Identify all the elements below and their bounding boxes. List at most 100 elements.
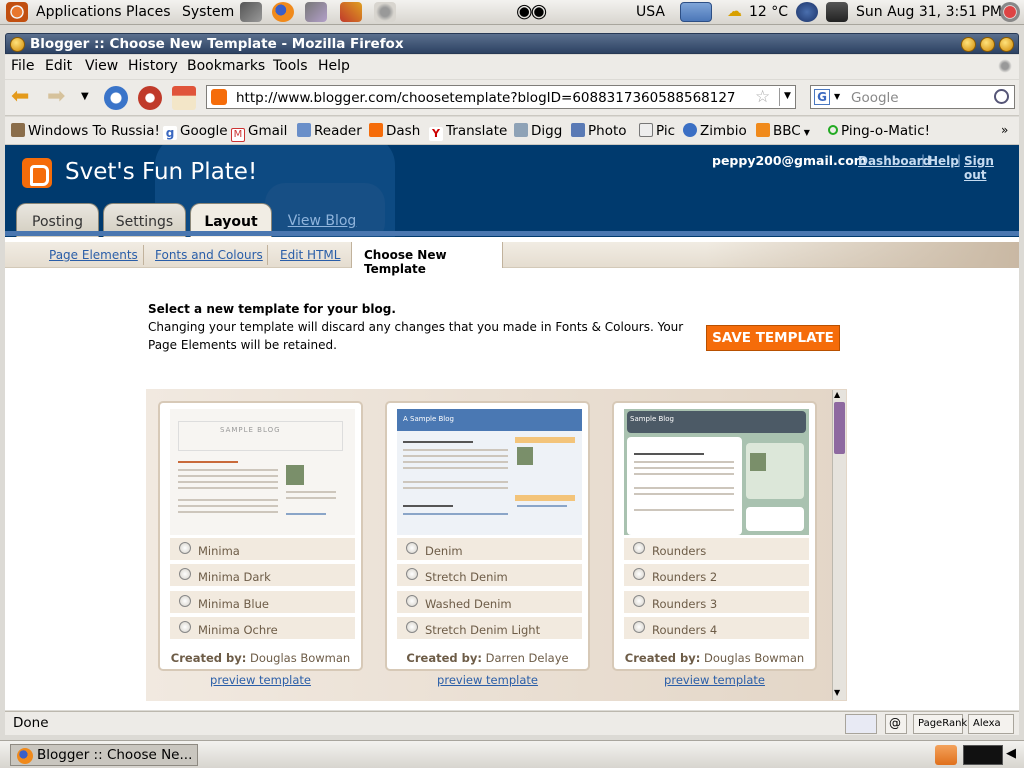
radio-button[interactable] <box>633 542 645 554</box>
subnav-fonts-and-colours[interactable]: Fonts and Colours <box>155 248 263 262</box>
minimize-icon[interactable] <box>961 37 976 52</box>
bookmark-pic[interactable]: Pic <box>639 123 675 139</box>
back-icon[interactable]: ⬅ <box>11 84 35 109</box>
tools-icon[interactable] <box>340 2 362 22</box>
template-option-rounders[interactable]: Rounders <box>624 538 809 562</box>
scroll-up-icon[interactable]: ▲ <box>834 390 840 399</box>
url-bar[interactable]: http://www.blogger.com/choosetemplate?bl… <box>206 85 796 109</box>
radio-button[interactable] <box>406 542 418 554</box>
menu-view[interactable]: View <box>85 58 118 74</box>
locale-flag-icon[interactable] <box>680 2 712 22</box>
close-icon[interactable] <box>999 37 1014 52</box>
bookmark-dash[interactable]: Dash <box>369 123 420 139</box>
bookmark-bbc[interactable]: BBC ▼ <box>756 123 810 139</box>
menu-places[interactable]: Places <box>126 4 171 20</box>
taskbar-firefox-window[interactable]: Blogger :: Choose Ne... <box>10 744 198 766</box>
menu-history[interactable]: History <box>128 58 178 74</box>
template-option-rounders-3[interactable]: Rounders 3 <box>624 591 809 615</box>
scroll-down-icon[interactable]: ▼ <box>834 688 840 697</box>
template-option-minima[interactable]: Minima <box>170 538 355 562</box>
workspace-switcher[interactable] <box>963 745 1003 765</box>
menu-applications[interactable]: Applications <box>36 4 122 20</box>
history-dropdown-icon[interactable]: ▼ <box>81 91 105 115</box>
template-option-washed-denim[interactable]: Washed Denim <box>397 591 582 615</box>
radio-button[interactable] <box>179 595 191 607</box>
bookmark-ping-o-matic[interactable]: Ping-o-Matic! <box>828 123 930 139</box>
bookmark-photo[interactable]: Photo <box>571 123 627 139</box>
template-thumbnail[interactable]: A Sample Blog <box>397 409 582 535</box>
trash-icon[interactable] <box>935 745 957 765</box>
stop-icon[interactable] <box>138 86 162 110</box>
bookmark-google[interactable]: g Google <box>163 123 228 140</box>
template-option-denim[interactable]: Denim <box>397 538 582 562</box>
scrollbar-thumb[interactable] <box>834 402 845 454</box>
home-icon[interactable] <box>172 86 196 110</box>
menu-help[interactable]: Help <box>318 58 350 74</box>
clock[interactable]: Sun Aug 31, 3:51 PM <box>856 4 1002 20</box>
radio-button[interactable] <box>633 595 645 607</box>
keyboard-locale[interactable]: USA <box>636 4 665 20</box>
radio-button[interactable] <box>633 621 645 633</box>
radio-button[interactable] <box>633 568 645 580</box>
engine-dropdown-icon[interactable]: ▼ <box>834 92 840 101</box>
subnav-choose-new-template[interactable]: Choose New Template <box>351 242 503 276</box>
preview-template-link[interactable]: preview template <box>385 673 590 687</box>
window-menu-icon[interactable] <box>10 37 25 52</box>
google-engine-icon[interactable]: G <box>814 89 830 105</box>
preview-template-link[interactable]: preview template <box>158 673 363 687</box>
template-option-rounders-4[interactable]: Rounders 4 <box>624 617 809 641</box>
menu-bookmarks[interactable]: Bookmarks <box>187 58 265 74</box>
radio-button[interactable] <box>179 621 191 633</box>
search-icon[interactable] <box>994 89 1009 104</box>
radio-button[interactable] <box>406 621 418 633</box>
search-input[interactable]: Google <box>851 90 899 106</box>
alexa-widget[interactable]: Alexa <box>968 714 1014 734</box>
volume-icon[interactable]: ◀ <box>1006 746 1016 761</box>
template-option-stretch-denim[interactable]: Stretch Denim <box>397 564 582 588</box>
pagerank-widget[interactable]: PageRank <box>913 714 967 734</box>
sign-out-link[interactable]: Sign out <box>964 154 1019 182</box>
play-icon[interactable] <box>796 2 818 22</box>
menu-edit[interactable]: Edit <box>45 58 72 74</box>
template-thumbnail[interactable]: SAMPLE BLOG <box>170 409 355 535</box>
window-titlebar[interactable]: Blogger :: Choose New Template - Mozilla… <box>5 33 1019 54</box>
reload-icon[interactable] <box>104 86 128 110</box>
template-option-rounders-2[interactable]: Rounders 2 <box>624 564 809 588</box>
save-template-button[interactable]: SAVE TEMPLATE <box>706 325 840 351</box>
launcher-icon[interactable] <box>374 2 396 22</box>
weather-temperature[interactable]: 12 °C <box>749 4 788 20</box>
bookmark-translate[interactable]: Y Translate <box>429 123 507 141</box>
launcher-icon[interactable] <box>305 2 327 22</box>
at-sign-icon[interactable]: @ <box>885 714 907 734</box>
subnav-edit-html[interactable]: Edit HTML <box>280 248 340 262</box>
menu-system[interactable]: System <box>182 4 234 20</box>
bookmark-reader[interactable]: Reader <box>297 123 362 139</box>
template-option-minima-dark[interactable]: Minima Dark <box>170 564 355 588</box>
url-text[interactable]: http://www.blogger.com/choosetemplate?bl… <box>236 90 736 106</box>
bookmark-star-icon[interactable]: ☆ <box>755 87 770 107</box>
search-bar[interactable]: G ▼ Google <box>810 85 1015 109</box>
bookmark-gmail[interactable]: M Gmail <box>231 123 287 142</box>
bookmarks-overflow-icon[interactable]: » <box>1001 123 1008 137</box>
template-thumbnail[interactable]: Sample Blog <box>624 409 809 535</box>
template-option-minima-ochre[interactable]: Minima Ochre <box>170 617 355 641</box>
addon-status-icon[interactable] <box>845 714 877 734</box>
bookmark-windows-to-russia[interactable]: Windows To Russia! <box>11 123 160 139</box>
display-icon[interactable] <box>826 2 848 22</box>
template-option-stretch-denim-light[interactable]: Stretch Denim Light <box>397 617 582 641</box>
template-option-minima-blue[interactable]: Minima Blue <box>170 591 355 615</box>
maximize-icon[interactable] <box>980 37 995 52</box>
preview-template-link[interactable]: preview template <box>612 673 817 687</box>
radio-button[interactable] <box>179 542 191 554</box>
firefox-icon[interactable] <box>272 2 294 22</box>
bookmark-zimbio[interactable]: Zimbio <box>683 123 747 139</box>
ubuntu-logo-icon[interactable] <box>6 2 28 22</box>
url-dropdown-icon[interactable]: ▼ <box>779 88 795 106</box>
menu-tools[interactable]: Tools <box>273 58 308 74</box>
template-gallery-scrollbar[interactable]: ▲ ▼ <box>832 390 846 700</box>
menu-file[interactable]: File <box>11 58 34 74</box>
subnav-page-elements[interactable]: Page Elements <box>49 248 138 262</box>
bookmark-digg[interactable]: Digg <box>514 123 562 139</box>
radio-button[interactable] <box>406 568 418 580</box>
forward-icon[interactable]: ➡ <box>47 84 71 109</box>
